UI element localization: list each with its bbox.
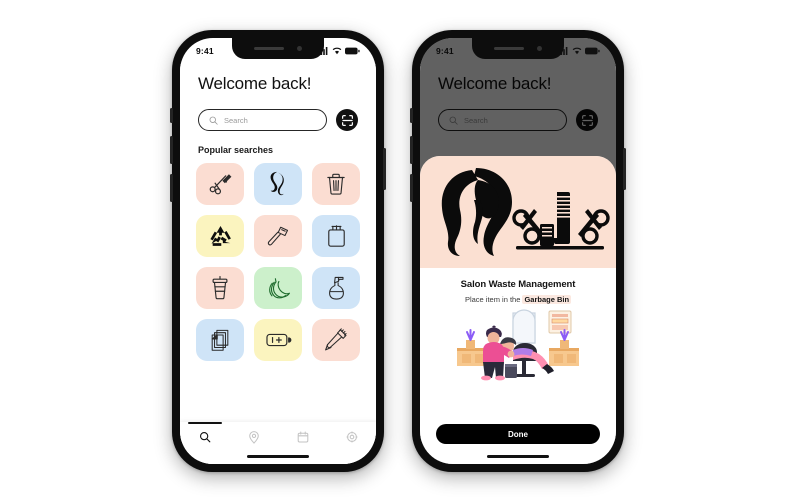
battery-icon <box>345 47 360 55</box>
tile-paper-stack[interactable] <box>196 319 244 361</box>
location-pin-icon <box>248 431 259 444</box>
calendar-icon <box>297 431 308 443</box>
modal-title: Salon Waste Management <box>460 279 576 290</box>
tab-search[interactable] <box>180 422 229 443</box>
trash-bin-icon <box>327 173 345 195</box>
bananas-icon <box>268 277 290 298</box>
tile-recycle[interactable] <box>196 215 244 257</box>
modal-subtitle: Place item in the Garbage Bin <box>420 295 616 304</box>
volume-up-button[interactable] <box>410 136 413 164</box>
tile-scissors-comb[interactable] <box>196 163 244 205</box>
search-icon <box>209 116 218 125</box>
done-button[interactable]: Done <box>436 424 600 444</box>
scan-frame-icon <box>341 114 353 126</box>
section-title: Popular searches <box>198 145 274 155</box>
search-placeholder: Search <box>224 115 248 125</box>
razor-icon <box>267 226 288 245</box>
search-input[interactable]: Search <box>198 109 327 131</box>
recycle-icon <box>209 225 231 246</box>
coffee-cup-icon <box>212 276 228 300</box>
tile-razor[interactable] <box>254 215 302 257</box>
tab-settings[interactable] <box>327 422 376 443</box>
modal-subtitle-highlight: Garbage Bin <box>522 295 572 304</box>
tile-coffee-cup[interactable] <box>196 267 244 309</box>
power-button[interactable] <box>383 148 386 190</box>
silent-switch[interactable] <box>170 108 173 123</box>
wifi-icon <box>332 47 342 55</box>
notch <box>232 38 324 59</box>
search-row: Search <box>198 109 376 131</box>
earpiece-speaker <box>254 47 284 50</box>
screenshot-canvas: 9:41 Welcome back! Search Popular search… <box>0 0 800 500</box>
tile-battery[interactable] <box>254 319 302 361</box>
gear-icon <box>345 431 358 443</box>
wifi-icon <box>572 47 582 55</box>
battery-cell-icon <box>265 333 291 347</box>
paper-stack-icon <box>211 329 229 351</box>
hair-lock-icon <box>270 171 284 196</box>
home-indicator[interactable] <box>247 455 309 458</box>
status-time: 9:41 <box>436 46 454 56</box>
bottom-tab-bar <box>180 422 376 464</box>
phone-screen-right: 9:41 Salon Waste Management Place item i… <box>420 38 616 464</box>
active-tab-indicator <box>187 422 222 424</box>
silent-switch[interactable] <box>410 108 413 123</box>
home-indicator[interactable] <box>487 455 549 458</box>
search-icon <box>199 431 210 443</box>
tile-hair-lock[interactable] <box>254 163 302 205</box>
volume-down-button[interactable] <box>170 174 173 202</box>
popular-searches-grid <box>196 163 360 361</box>
volume-up-button[interactable] <box>170 136 173 164</box>
phone-mockup-right: 9:41 Salon Waste Management Place item i… <box>410 30 626 472</box>
front-camera <box>297 46 302 51</box>
phone-mockup-left: 9:41 Welcome back! Search Popular search… <box>170 30 386 472</box>
modal-hero-image <box>420 156 616 268</box>
tab-location[interactable] <box>229 422 278 444</box>
status-icons <box>318 47 360 55</box>
front-camera <box>537 46 542 51</box>
shopping-bag-icon <box>327 225 345 247</box>
status-icons <box>558 47 600 55</box>
modal-illustration-wrap <box>420 304 616 424</box>
hair-salon-stylist-client-illustration <box>457 309 579 381</box>
tile-shopping-bag[interactable] <box>312 215 360 257</box>
modal-subtitle-prefix: Place item in the <box>464 295 523 304</box>
earpiece-speaker <box>494 47 524 50</box>
tile-spray-bottle[interactable] <box>312 267 360 309</box>
status-time: 9:41 <box>196 46 214 56</box>
spray-bottle-icon <box>328 276 344 300</box>
page-title: Welcome back! <box>198 74 312 93</box>
power-button[interactable] <box>623 148 626 190</box>
battery-icon <box>585 47 600 55</box>
tile-bananas[interactable] <box>254 267 302 309</box>
tile-trash-bin[interactable] <box>312 163 360 205</box>
scissors-comb-icon <box>209 174 232 195</box>
salon-waste-modal: Salon Waste Management Place item in the… <box>420 156 616 464</box>
notch <box>472 38 564 59</box>
phone-screen-left: 9:41 Welcome back! Search Popular search… <box>180 38 376 464</box>
toothbrush-icon <box>325 328 347 351</box>
scan-button[interactable] <box>336 109 358 131</box>
home-content: Welcome back! Search Popular searches <box>180 64 376 464</box>
tab-calendar[interactable] <box>278 422 327 443</box>
salon-hair-scissors-comb-illustration <box>441 168 610 256</box>
tile-toothbrush[interactable] <box>312 319 360 361</box>
volume-down-button[interactable] <box>410 174 413 202</box>
